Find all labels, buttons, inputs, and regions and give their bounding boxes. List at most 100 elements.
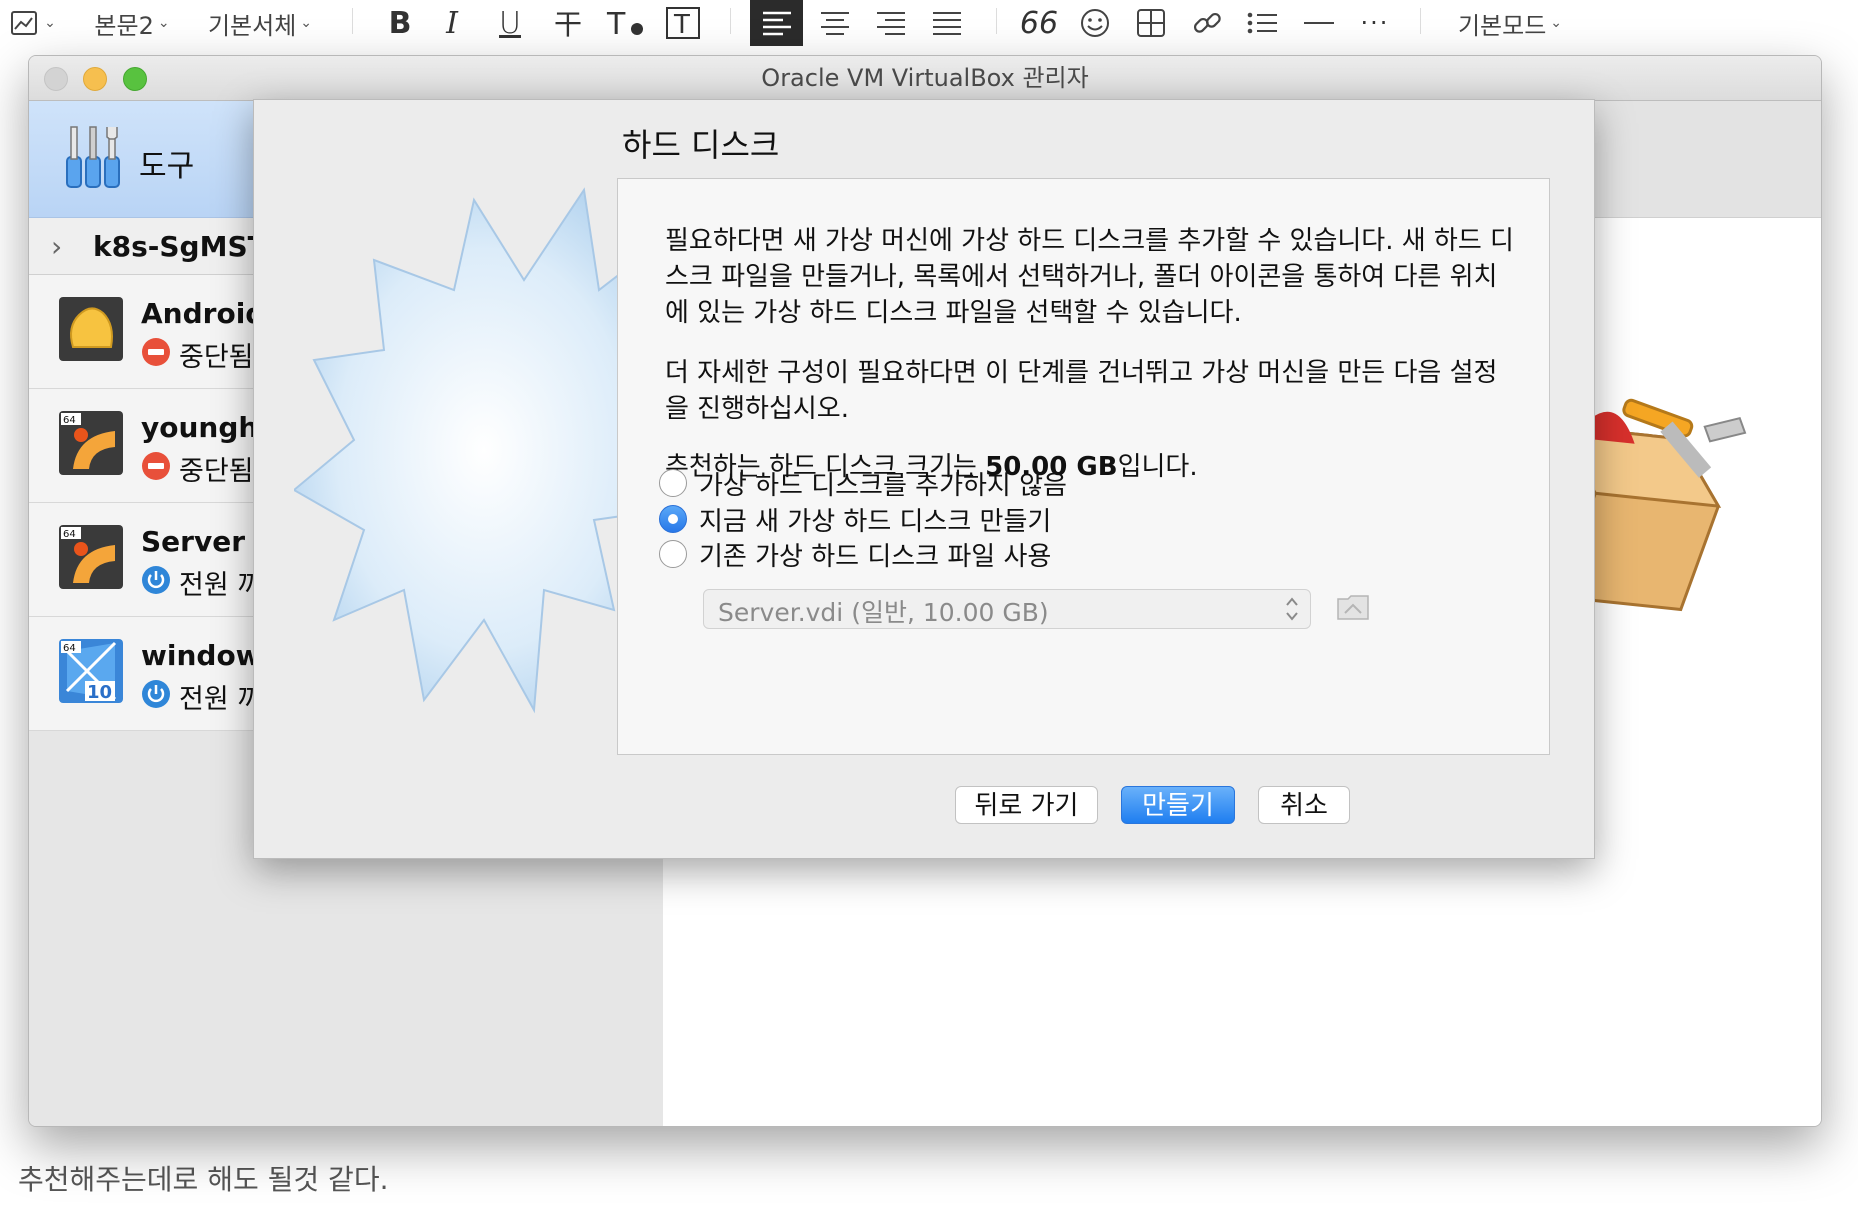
- emoji-icon: [1081, 9, 1109, 37]
- choose-disk-folder-icon[interactable]: [1336, 591, 1370, 621]
- more-icon: ···: [1360, 9, 1390, 37]
- toolbar-divider: [996, 8, 997, 34]
- create-button[interactable]: 만들기: [1121, 786, 1235, 824]
- vm-name: window: [141, 639, 262, 672]
- hard-disk-dialog: 하드 디스크 필요하다면 새 가상 머신에 가상 하드 디스크를 추가할 수 있…: [253, 99, 1595, 859]
- list-icon: [1247, 12, 1277, 34]
- existing-disk-select[interactable]: Server.vdi (일반, 10.00 GB): [703, 589, 1311, 629]
- paragraph-style-dropdown[interactable]: 본문2 ⌄: [90, 0, 174, 46]
- editor-toolbar: ⌄ 본문2 ⌄ 기본서체 ⌄ B I U 干 T T 66 ··· 기본모드 ⌄: [0, 0, 1858, 46]
- vm-status: 전원 끼: [179, 684, 263, 715]
- window-titlebar[interactable]: Oracle VM VirtualBox 관리자: [29, 56, 1821, 101]
- chevron-down-icon: ⌄: [157, 15, 170, 31]
- back-button[interactable]: 뒤로 가기: [955, 786, 1098, 824]
- strikethrough-button[interactable]: 干: [548, 0, 588, 46]
- quote-button[interactable]: 66: [1016, 0, 1062, 46]
- article-line: 추천해주는데로 해도 될것 같다.: [18, 1163, 389, 1196]
- chevron-down-icon: ⌄: [1550, 15, 1563, 31]
- dialog-title: 하드 디스크: [622, 126, 780, 164]
- chevron-right-icon[interactable]: ›: [51, 230, 62, 263]
- stopped-status-icon: [142, 338, 170, 366]
- chevron-down-icon: ⌄: [44, 15, 56, 31]
- radio-no-disk[interactable]: 가상 하드 디스크를 추가하지 않음: [659, 465, 1067, 501]
- radio-button[interactable]: [659, 469, 687, 497]
- font-label: 기본서체: [207, 11, 297, 40]
- power-off-status-icon: [142, 680, 170, 708]
- vm-status: 전원 끼: [179, 570, 263, 601]
- underline-icon: U: [499, 5, 521, 41]
- emoji-button[interactable]: [1072, 0, 1118, 46]
- quote-icon: 66: [1019, 5, 1059, 41]
- dialog-content-box: 필요하다면 새 가상 머신에 가상 하드 디스크를 추가할 수 있습니다. 새 …: [617, 178, 1550, 755]
- window-zoom-button[interactable]: [123, 67, 147, 91]
- toolbar-divider: [730, 8, 731, 34]
- text-background-icon: T: [666, 7, 700, 40]
- align-center-icon: [821, 12, 849, 35]
- bold-button[interactable]: B: [380, 0, 420, 46]
- recommended-size-suffix: 입니다.: [1117, 452, 1198, 482]
- divider-button[interactable]: [1296, 0, 1342, 46]
- vm-status: 중단됨: [179, 342, 254, 373]
- stopped-status-icon: [142, 452, 170, 480]
- chevron-down-icon: ⌄: [300, 15, 313, 31]
- radio-label: 가상 하드 디스크를 추가하지 않음: [699, 470, 1067, 501]
- align-center-button[interactable]: [810, 0, 860, 46]
- power-off-status-icon: [142, 566, 170, 594]
- version-badge: 10: [87, 682, 112, 703]
- ubuntu-64-os-icon: 64: [59, 411, 123, 475]
- cancel-button[interactable]: 취소: [1258, 786, 1350, 824]
- align-justify-icon: [933, 12, 961, 35]
- divider-icon: [1304, 22, 1334, 24]
- vm-status: 중단됨: [179, 456, 254, 487]
- align-left-button[interactable]: [750, 0, 803, 46]
- text-color-button[interactable]: T: [602, 0, 648, 46]
- link-icon: [1193, 12, 1221, 33]
- existing-disk-select-value: Server.vdi (일반, 10.00 GB): [718, 598, 1049, 627]
- radio-button[interactable]: [659, 505, 687, 533]
- align-right-icon: [877, 12, 905, 35]
- more-button[interactable]: ···: [1352, 0, 1398, 46]
- tools-icon: [66, 126, 120, 188]
- image-insert-button[interactable]: ⌄: [8, 0, 58, 46]
- dialog-hint: 더 자세한 구성이 필요하다면 이 단계를 건너뛰고 가상 머신을 만든 다음 …: [665, 358, 1498, 424]
- table-icon: [1137, 9, 1165, 37]
- windows-10-os-icon: 64 10: [59, 639, 123, 703]
- text-background-button[interactable]: T: [660, 0, 706, 46]
- align-left-icon: [762, 11, 791, 36]
- svg-text:T: T: [673, 10, 690, 40]
- image-icon: [11, 11, 38, 35]
- link-button[interactable]: [1184, 0, 1230, 46]
- font-dropdown[interactable]: 기본서체 ⌄: [200, 0, 320, 46]
- chevron-up-down-icon: [1286, 597, 1298, 621]
- radio-button[interactable]: [659, 540, 687, 568]
- arch-badge: 64: [63, 529, 76, 540]
- align-justify-button[interactable]: [922, 0, 972, 46]
- sidebar-item-label: 도구: [139, 149, 195, 184]
- radio-label: 지금 새 가상 하드 디스크 만들기: [699, 506, 1052, 537]
- align-right-button[interactable]: [866, 0, 916, 46]
- vm-name: Android: [141, 297, 266, 330]
- window-close-button[interactable]: [44, 67, 68, 91]
- italic-icon: I: [446, 5, 458, 41]
- arch-badge: 64: [63, 415, 76, 426]
- editor-mode-label: 기본모드: [1457, 11, 1547, 40]
- svg-text:T: T: [606, 7, 626, 39]
- ubuntu-64-os-icon: 64: [59, 525, 123, 589]
- paragraph-style-label: 본문2: [94, 11, 154, 40]
- list-button[interactable]: [1240, 0, 1286, 46]
- table-button[interactable]: [1128, 0, 1174, 46]
- text-color-icon: T: [606, 7, 643, 39]
- window-minimize-button[interactable]: [83, 67, 107, 91]
- radio-label: 기존 가상 하드 디스크 파일 사용: [699, 541, 1052, 572]
- window-title: Oracle VM VirtualBox 관리자: [761, 64, 1089, 92]
- vm-group-label: k8s-SgMST-: [93, 230, 275, 263]
- italic-button[interactable]: I: [432, 0, 472, 46]
- dialog-description: 필요하다면 새 가상 머신에 가상 하드 디스크를 추가할 수 있습니다. 새 …: [665, 226, 1514, 328]
- radio-create-new-disk[interactable]: 지금 새 가상 하드 디스크 만들기: [659, 501, 1051, 537]
- strikethrough-icon: 干: [553, 8, 582, 41]
- arch-badge: 64: [63, 643, 76, 654]
- editor-mode-dropdown[interactable]: 기본모드 ⌄: [1450, 0, 1570, 46]
- underline-button[interactable]: U: [490, 0, 530, 46]
- vm-name: Server: [141, 525, 246, 558]
- radio-use-existing-disk[interactable]: 기존 가상 하드 디스크 파일 사용: [659, 536, 1051, 572]
